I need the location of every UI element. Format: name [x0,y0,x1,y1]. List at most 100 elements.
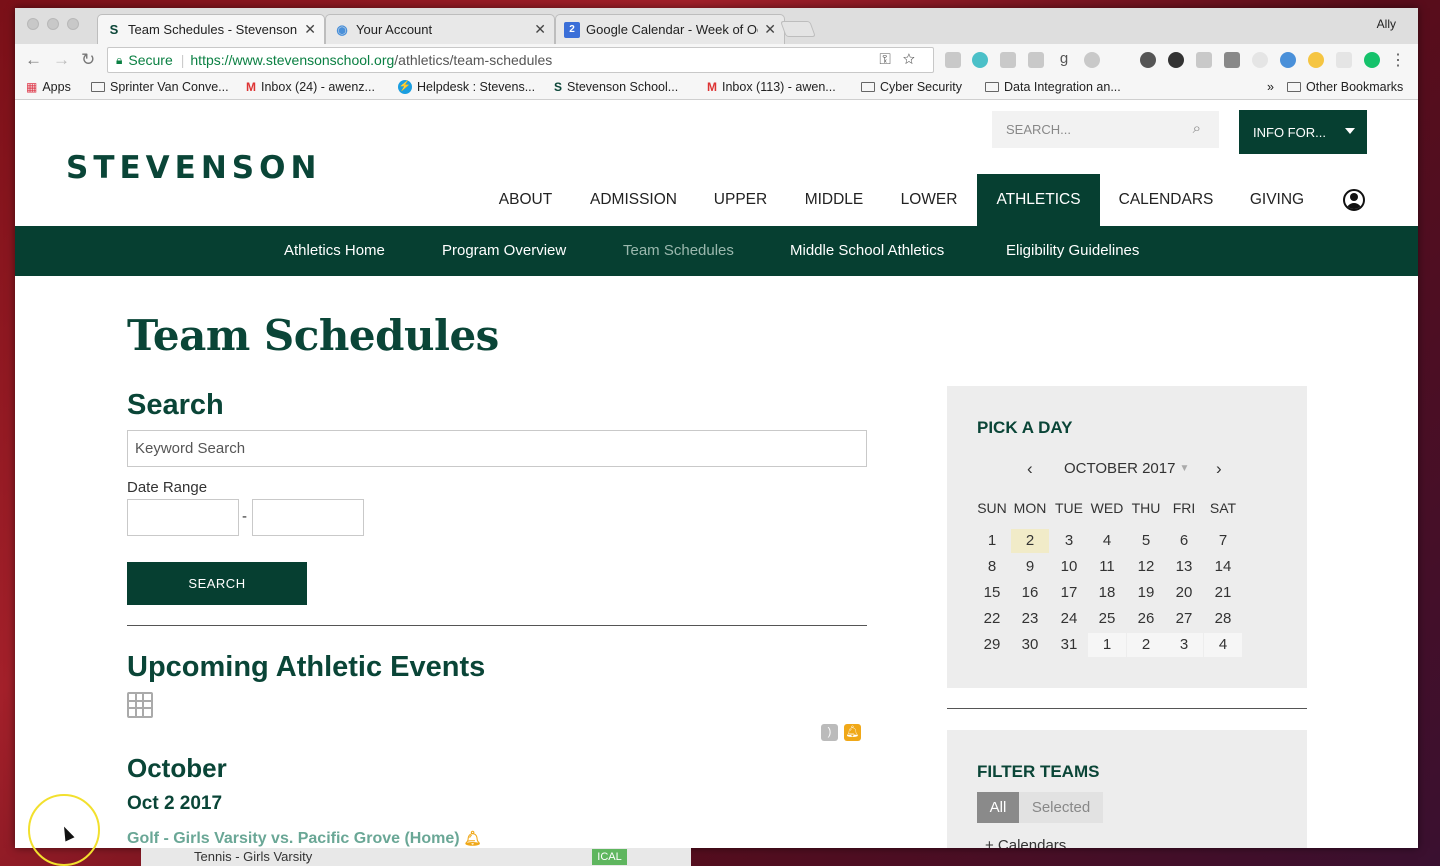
calendar-day[interactable]: 29 [973,633,1011,657]
calendar-day[interactable]: 8 [973,555,1011,579]
new-tab-button[interactable] [780,21,816,37]
calendar-day[interactable]: 1 [973,529,1011,553]
nav-admission[interactable]: ADMISSION [580,174,687,226]
calendar-day[interactable]: 2 [1011,529,1049,553]
nav-middle[interactable]: MIDDLE [794,174,874,226]
calendar-day[interactable]: 26 [1127,607,1165,631]
bookmark-other[interactable]: Other Bookmarks [1287,80,1403,94]
subnav-eligibility-guidelines[interactable]: Eligibility Guidelines [1006,242,1139,259]
extension-icon[interactable] [1140,52,1156,68]
extension-icon[interactable] [1000,52,1016,68]
bookmark-apps[interactable]: ▦ Apps [26,80,71,94]
calendar-grid-view-icon[interactable] [127,692,153,718]
tab-team-schedules[interactable]: S Team Schedules - Stevenson S ✕ [97,14,325,44]
calendar-day[interactable]: 11 [1088,555,1126,579]
nav-lower[interactable]: LOWER [891,174,967,226]
bookmarks-overflow-icon[interactable]: » [1267,80,1274,94]
subnav-athletics-home[interactable]: Athletics Home [284,242,385,259]
key-star-icons[interactable]: ⚿☆ [879,51,927,68]
calendar-day[interactable]: 20 [1165,581,1203,605]
subnav-middle-school-athletics[interactable]: Middle School Athletics [790,242,944,259]
calendar-day[interactable]: 31 [1050,633,1088,657]
nav-about[interactable]: ABOUT [485,174,566,226]
site-logo[interactable]: STEVENSON [66,150,321,186]
extension-icon[interactable]: g [1056,51,1072,68]
close-tab-icon[interactable]: ✕ [304,21,316,38]
extension-icon[interactable] [1224,52,1240,68]
extension-icon[interactable] [1252,52,1268,68]
tab-google-calendar[interactable]: 2 Google Calendar - Week of Oc ✕ [555,14,785,44]
extension-icon[interactable] [1280,52,1296,68]
calendar-day[interactable]: 15 [973,581,1011,605]
calendar-day[interactable]: 9 [1011,555,1049,579]
calendar-day[interactable]: 3 [1050,529,1088,553]
filter-all-button[interactable]: All [977,792,1019,823]
calendar-day[interactable]: 16 [1011,581,1049,605]
calendar-day[interactable]: 27 [1165,607,1203,631]
minimize-window-icon[interactable] [47,18,59,30]
extension-icon[interactable] [1308,52,1324,68]
calendar-day[interactable]: 19 [1127,581,1165,605]
user-account-icon[interactable] [1343,189,1365,211]
reload-icon[interactable]: ↻ [81,50,95,70]
extension-icon[interactable] [972,52,988,68]
bookmark-stevenson[interactable]: S Stevenson School... [554,80,678,94]
extension-icon[interactable] [1112,52,1128,68]
calendar-day[interactable]: 21 [1204,581,1242,605]
subnav-team-schedules[interactable]: Team Schedules [623,242,734,259]
calendars-toggle[interactable]: + Calendars [985,837,1066,848]
forward-icon[interactable]: → [53,50,70,70]
calendar-day[interactable]: 4 [1204,633,1242,657]
bookmark-cyber-security[interactable]: Cyber Security [861,80,962,94]
browser-menu-icon[interactable]: ⋮ [1390,50,1406,70]
prev-month-icon[interactable]: ‹ [1027,459,1033,479]
nav-calendars[interactable]: CALENDARS [1109,174,1223,226]
bookmark-data-integration[interactable]: Data Integration an... [985,80,1121,94]
site-search-input[interactable]: SEARCH... ⌕ [992,111,1219,148]
calendar-day[interactable]: 25 [1088,607,1126,631]
nav-athletics[interactable]: ATHLETICS [977,174,1100,226]
extension-icon[interactable] [1336,52,1352,68]
bookmark-sprinter[interactable]: Sprinter Van Conve... [91,80,229,94]
bookmark-helpdesk[interactable]: ⚡ Helpdesk : Stevens... [398,80,535,94]
search-button[interactable]: SEARCH [127,562,307,605]
calendar-day[interactable]: 23 [1011,607,1049,631]
calendar-day[interactable]: 14 [1204,555,1242,579]
extension-icon[interactable] [1168,52,1184,68]
calendar-day[interactable]: 3 [1165,633,1203,657]
subnav-program-overview[interactable]: Program Overview [442,242,566,259]
grammarly-icon[interactable] [1364,52,1380,68]
calendar-day[interactable]: 18 [1088,581,1126,605]
calendar-day[interactable]: 13 [1165,555,1203,579]
close-tab-icon[interactable]: ✕ [764,21,776,38]
calendar-day[interactable]: 5 [1127,529,1165,553]
rss-feed-icon[interactable]: ) [821,724,838,741]
zoom-window-icon[interactable] [67,18,79,30]
next-month-icon[interactable]: › [1216,459,1222,479]
calendar-day[interactable]: 22 [973,607,1011,631]
filter-selected-button[interactable]: Selected [1019,792,1103,823]
calendar-day[interactable]: 17 [1050,581,1088,605]
profile-name[interactable]: Ally [1377,17,1396,31]
extension-icon[interactable] [1196,52,1212,68]
calendar-day[interactable]: 2 [1127,633,1165,657]
calendar-day[interactable]: 28 [1204,607,1242,631]
calendar-day[interactable]: 4 [1088,529,1126,553]
nav-giving[interactable]: GIVING [1239,174,1315,226]
calendar-day[interactable]: 24 [1050,607,1088,631]
calendar-day[interactable]: 6 [1165,529,1203,553]
info-for-button[interactable]: INFO FOR... [1239,110,1367,154]
event-link[interactable]: Golf - Girls Varsity vs. Pacific Grove (… [127,830,481,848]
search-icon[interactable]: ⌕ [1193,120,1201,137]
date-start-input[interactable] [127,499,239,536]
calendar-day[interactable]: 12 [1127,555,1165,579]
address-bar[interactable]: 🔒︎ Secure | https://www.stevensonschool.… [107,47,934,73]
tab-your-account[interactable]: ◉ Your Account ✕ [325,14,555,44]
extension-icon[interactable] [1084,52,1100,68]
calendar-day[interactable]: 7 [1204,529,1242,553]
notification-bell-icon[interactable]: 🔔︎ [844,724,861,741]
bookmark-inbox-113[interactable]: M Inbox (113) - awen... [707,80,836,94]
calendar-day[interactable]: 30 [1011,633,1049,657]
bell-icon[interactable]: 🔔︎ [464,830,482,846]
close-window-icon[interactable] [27,18,39,30]
